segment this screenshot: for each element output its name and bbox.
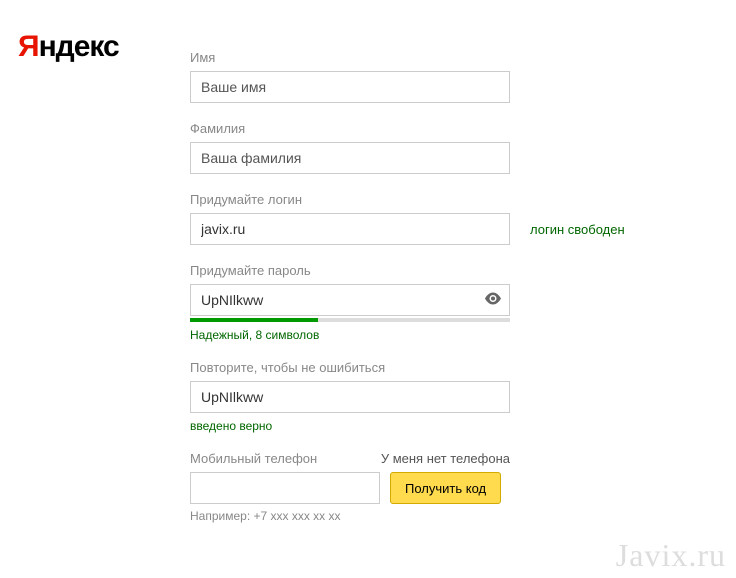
login-input[interactable] bbox=[190, 213, 510, 245]
password-strength-bar bbox=[190, 318, 510, 322]
phone-input[interactable] bbox=[190, 472, 380, 504]
eye-icon[interactable] bbox=[484, 293, 502, 308]
first-name-group: Имя bbox=[190, 50, 710, 103]
first-name-input[interactable] bbox=[190, 71, 510, 103]
watermark: Javix.ru bbox=[616, 537, 726, 574]
logo-accent: Я bbox=[18, 30, 39, 63]
registration-form: Имя Фамилия Придумайте логин логин свобо… bbox=[190, 50, 710, 541]
logo: Яндекс bbox=[18, 30, 119, 64]
phone-hint: Например: +7 xxx xxx xx xx bbox=[190, 509, 710, 523]
get-code-button[interactable]: Получить код bbox=[390, 472, 501, 504]
password-strength-fill bbox=[190, 318, 318, 322]
phone-group: Мобильный телефон У меня нет телефона По… bbox=[190, 451, 710, 523]
last-name-group: Фамилия bbox=[190, 121, 710, 174]
password-repeat-status: введено верно bbox=[190, 419, 710, 433]
no-phone-link[interactable]: У меня нет телефона bbox=[381, 451, 510, 466]
last-name-input[interactable] bbox=[190, 142, 510, 174]
password-repeat-group: Повторите, чтобы не ошибиться введено ве… bbox=[190, 360, 710, 433]
login-group: Придумайте логин логин свободен bbox=[190, 192, 710, 245]
phone-label: Мобильный телефон bbox=[190, 451, 317, 466]
password-group: Придумайте пароль Надежный, 8 символов bbox=[190, 263, 710, 342]
last-name-label: Фамилия bbox=[190, 121, 710, 136]
password-input[interactable] bbox=[190, 284, 510, 316]
logo-rest: ндекс bbox=[39, 30, 119, 63]
login-label: Придумайте логин bbox=[190, 192, 710, 207]
password-strength-text: Надежный, 8 символов bbox=[190, 328, 710, 342]
first-name-label: Имя bbox=[190, 50, 710, 65]
login-status: логин свободен bbox=[530, 222, 625, 237]
password-label: Придумайте пароль bbox=[190, 263, 710, 278]
password-repeat-input[interactable] bbox=[190, 381, 510, 413]
password-repeat-label: Повторите, чтобы не ошибиться bbox=[190, 360, 710, 375]
